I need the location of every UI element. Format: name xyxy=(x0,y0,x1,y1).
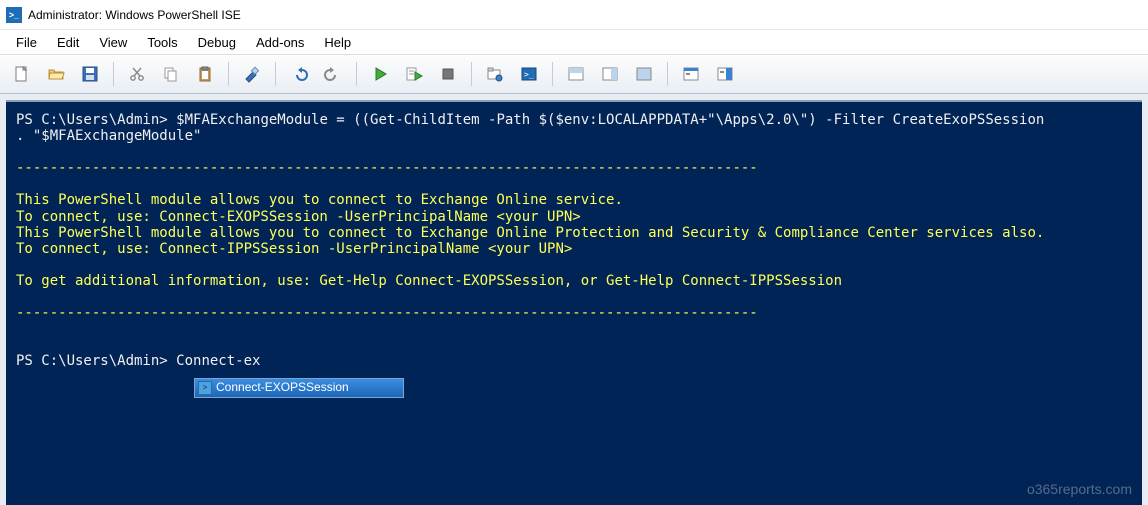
prompt: PS C:\Users\Admin> xyxy=(16,112,176,128)
menu-help[interactable]: Help xyxy=(314,33,361,52)
title-bar: >_ Administrator: Windows PowerShell ISE xyxy=(0,0,1148,30)
typed-input: Connect-ex xyxy=(176,353,260,369)
intellisense-popup[interactable]: > Connect-EXOPSSession xyxy=(194,378,404,398)
new-button[interactable] xyxy=(6,59,38,89)
powershell-icon: >_ xyxy=(6,7,22,23)
show-command-button[interactable] xyxy=(675,59,707,89)
clear-icon xyxy=(243,65,261,83)
toolbar-separator xyxy=(471,62,472,86)
toolbar-separator xyxy=(667,62,668,86)
pane-max-button[interactable] xyxy=(628,59,660,89)
toolbar-separator xyxy=(113,62,114,86)
play-icon xyxy=(371,65,389,83)
menu-bar: File Edit View Tools Debug Add-ons Help xyxy=(0,30,1148,54)
console-output: ----------------------------------------… xyxy=(16,305,758,321)
save-icon xyxy=(81,65,99,83)
copy-icon xyxy=(162,65,180,83)
redo-icon xyxy=(324,65,342,83)
console-output: To get additional information, use: Get-… xyxy=(16,273,842,289)
new-file-icon xyxy=(13,65,31,83)
console-output: To connect, use: Connect-EXOPSSession -U… xyxy=(16,209,581,225)
start-powershell-button[interactable]: >_ xyxy=(513,59,545,89)
console-output: This PowerShell module allows you to con… xyxy=(16,225,1044,241)
folder-open-icon xyxy=(47,65,65,83)
stop-icon xyxy=(439,65,457,83)
undo-icon xyxy=(290,65,308,83)
console-output: To connect, use: Connect-IPPSSession -Us… xyxy=(16,241,572,257)
menu-debug[interactable]: Debug xyxy=(188,33,246,52)
stop-button[interactable] xyxy=(432,59,464,89)
intellisense-item[interactable]: Connect-EXOPSSession xyxy=(216,381,349,395)
console-pane[interactable]: PS C:\Users\Admin> $MFAExchangeModule = … xyxy=(6,100,1142,505)
pane-right-button[interactable] xyxy=(594,59,626,89)
layout-top-icon xyxy=(567,65,585,83)
play-selection-icon xyxy=(405,65,423,83)
watermark: o365reports.com xyxy=(1027,481,1132,497)
menu-addons[interactable]: Add-ons xyxy=(246,33,314,52)
layout-right-icon xyxy=(601,65,619,83)
command-addon-icon xyxy=(716,65,734,83)
run-selection-button[interactable] xyxy=(398,59,430,89)
run-button[interactable] xyxy=(364,59,396,89)
command-window-icon xyxy=(682,65,700,83)
console-command: $MFAExchangeModule = ((Get-ChildItem -Pa… xyxy=(176,112,1044,128)
menu-view[interactable]: View xyxy=(89,33,137,52)
console-output: ----------------------------------------… xyxy=(16,160,758,176)
svg-text:>_: >_ xyxy=(524,70,534,79)
cut-button[interactable] xyxy=(121,59,153,89)
menu-tools[interactable]: Tools xyxy=(137,33,187,52)
prompt: PS C:\Users\Admin> xyxy=(16,353,176,369)
cmdlet-icon: > xyxy=(198,381,212,395)
layout-max-icon xyxy=(635,65,653,83)
clipboard-icon xyxy=(196,65,214,83)
window-title: Administrator: Windows PowerShell ISE xyxy=(28,8,241,22)
toolbar-separator xyxy=(228,62,229,86)
scissors-icon xyxy=(128,65,146,83)
menu-edit[interactable]: Edit xyxy=(47,33,89,52)
powershell-console-icon: >_ xyxy=(520,65,538,83)
toolbar: >_ xyxy=(0,54,1148,94)
undo-button[interactable] xyxy=(283,59,315,89)
menu-file[interactable]: File xyxy=(6,33,47,52)
remote-tab-icon xyxy=(486,65,504,83)
toolbar-separator xyxy=(275,62,276,86)
console-wrap: PS C:\Users\Admin> $MFAExchangeModule = … xyxy=(0,94,1148,505)
show-command-addon-button[interactable] xyxy=(709,59,741,89)
console-line: . "$MFAExchangeModule" xyxy=(16,128,201,144)
open-button[interactable] xyxy=(40,59,72,89)
pane-top-button[interactable] xyxy=(560,59,592,89)
paste-button[interactable] xyxy=(189,59,221,89)
clear-button[interactable] xyxy=(236,59,268,89)
redo-button[interactable] xyxy=(317,59,349,89)
new-remote-tab-button[interactable] xyxy=(479,59,511,89)
toolbar-separator xyxy=(356,62,357,86)
console-output: This PowerShell module allows you to con… xyxy=(16,192,623,208)
toolbar-separator xyxy=(552,62,553,86)
copy-button[interactable] xyxy=(155,59,187,89)
save-button[interactable] xyxy=(74,59,106,89)
